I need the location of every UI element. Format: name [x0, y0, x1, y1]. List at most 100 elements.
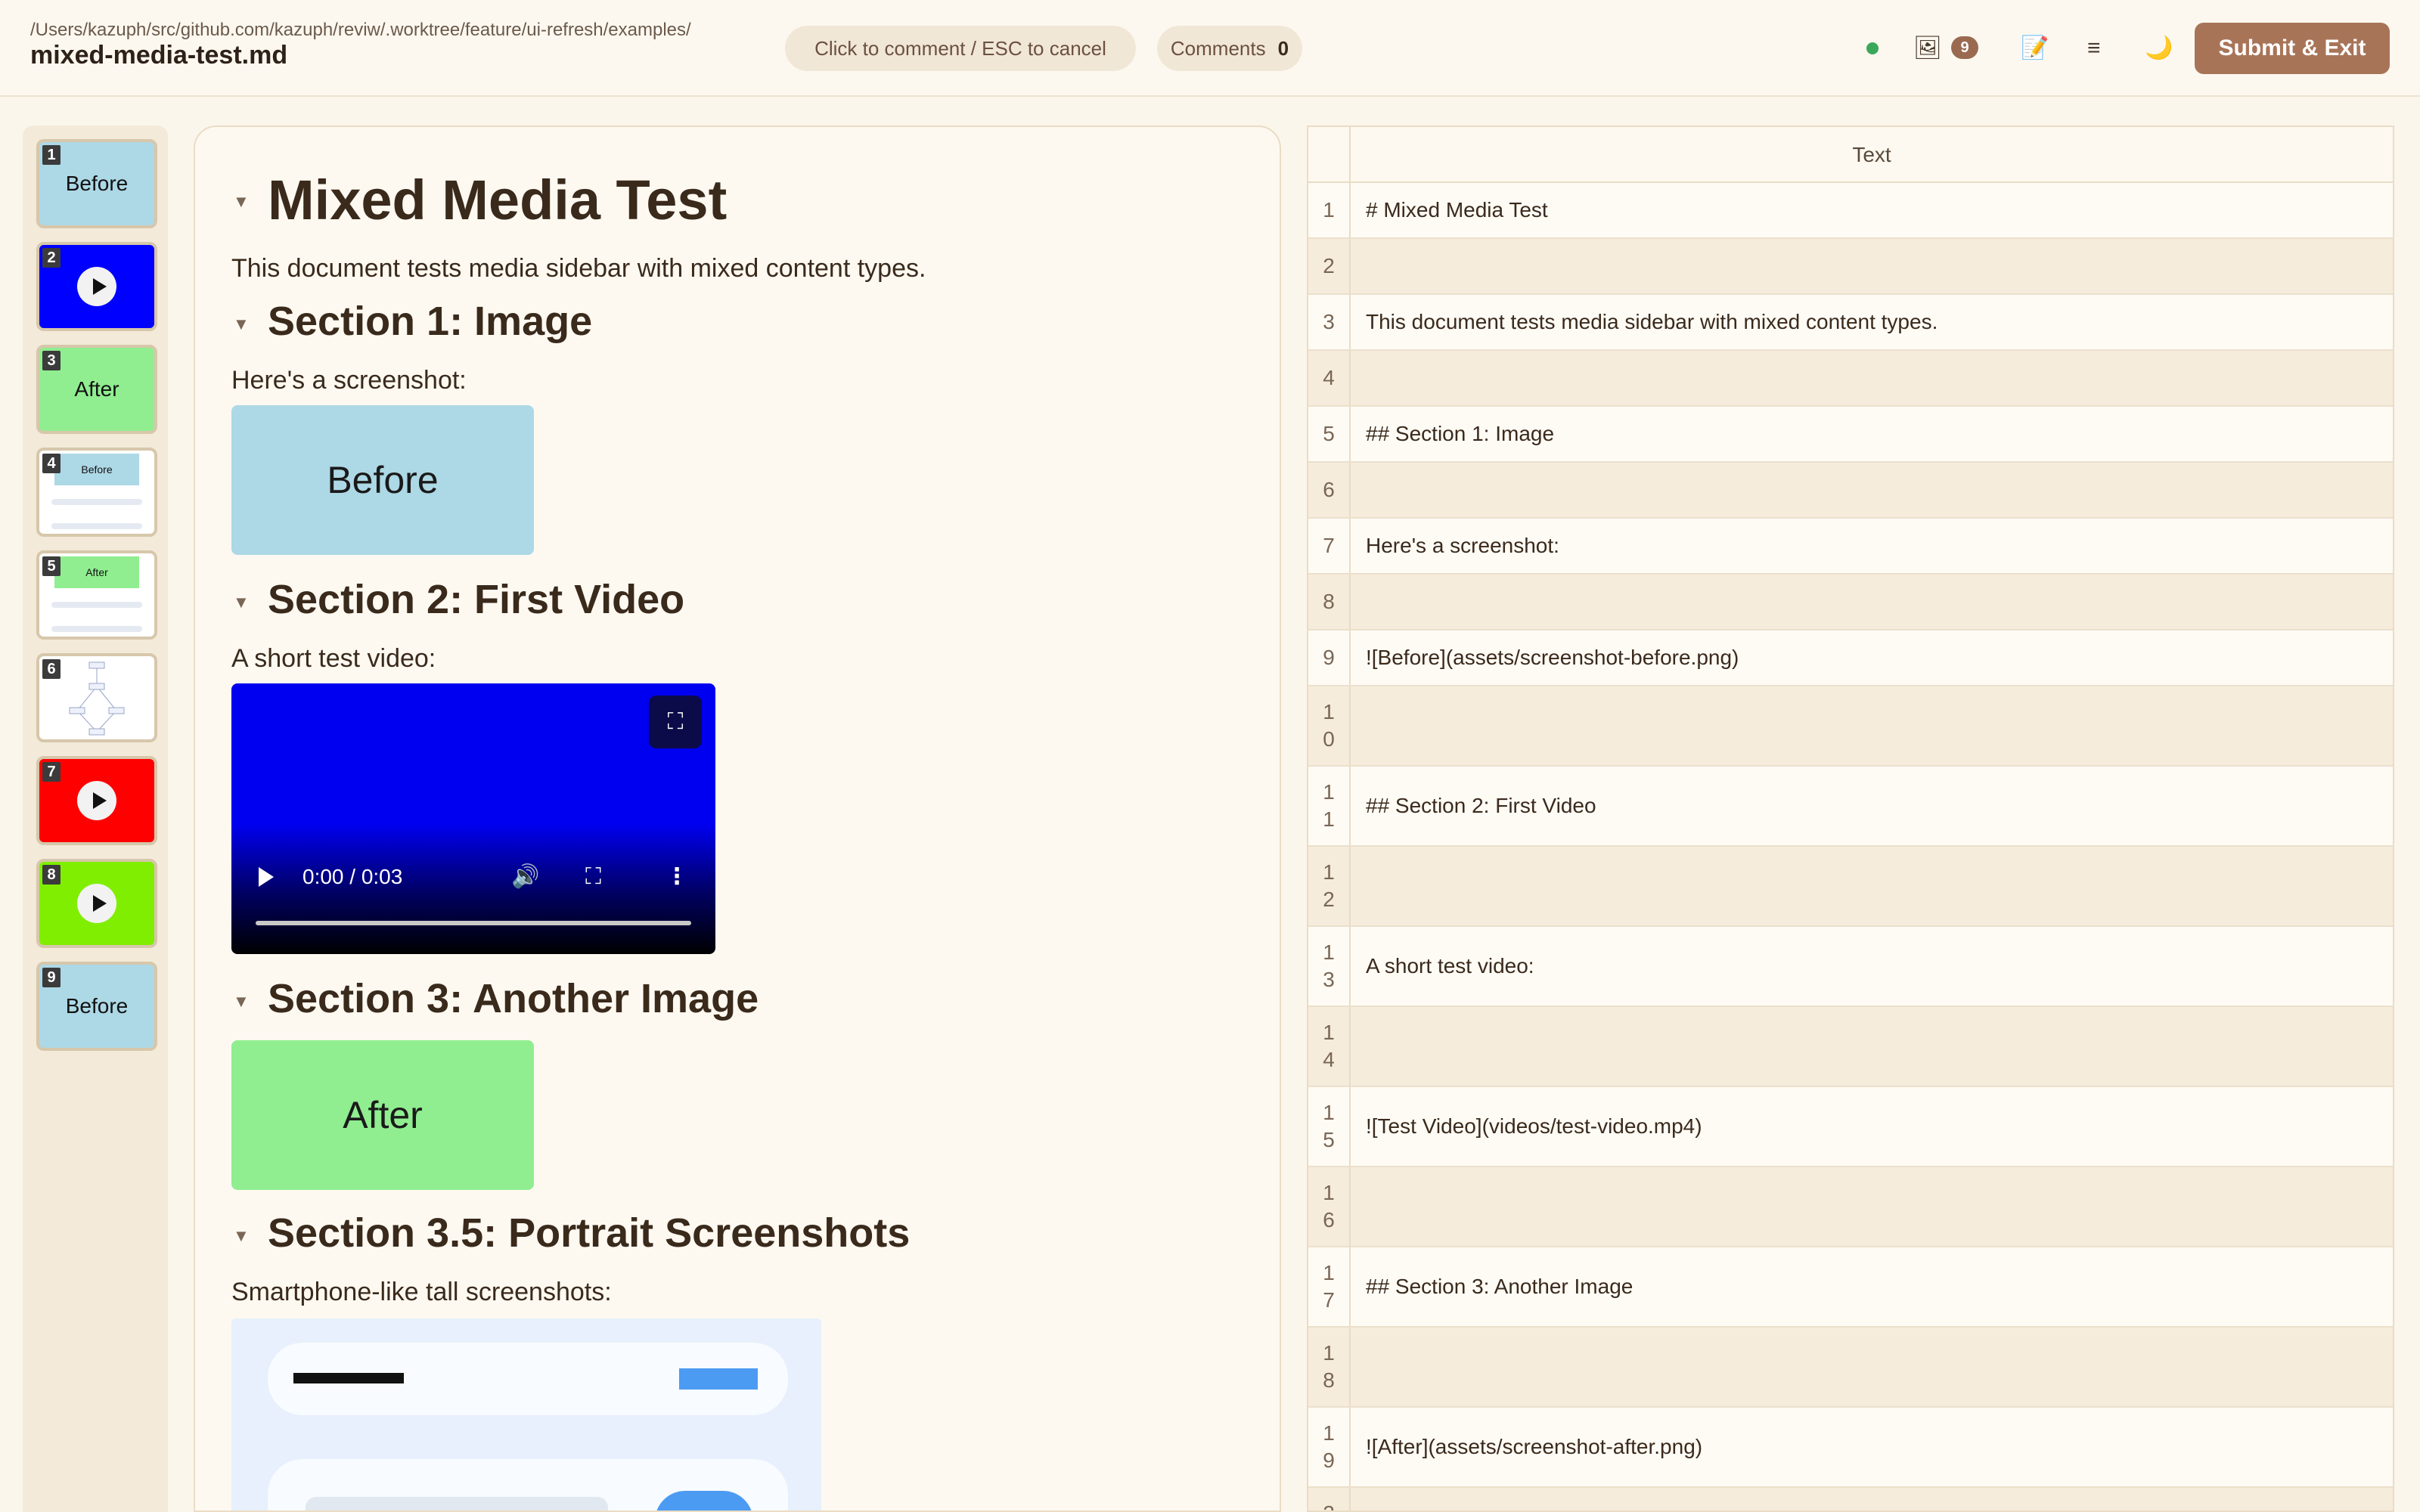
- line-text: ## Section 2: First Video: [1366, 794, 1596, 817]
- line-number: 5: [1308, 407, 1351, 461]
- collapse-section1-icon[interactable]: ▼: [233, 314, 250, 334]
- source-row[interactable]: 14: [1308, 1007, 2393, 1087]
- portrait-accent: [679, 1368, 758, 1390]
- line-text: ![After](assets/screenshot-after.png): [1366, 1435, 1703, 1458]
- play-icon: [77, 267, 116, 306]
- source-row[interactable]: 1 5 ![Test Video](videos/test-video.mp4): [1308, 1087, 2393, 1167]
- line-text: This document tests media sidebar with m…: [1366, 310, 1938, 333]
- thumbnail-label: After: [54, 556, 139, 588]
- thumbnail-number: 9: [42, 968, 60, 987]
- line-number: 9: [1308, 631, 1351, 685]
- collapse-section3-icon[interactable]: ▼: [233, 992, 250, 1012]
- thumbnail-number: 3: [42, 351, 60, 370]
- thumbnail-label: Before: [54, 454, 139, 485]
- line-text: Here's a screenshot:: [1366, 534, 1559, 557]
- video-progress-bar[interactable]: [256, 921, 691, 925]
- line-number: 20: [1308, 1488, 1351, 1510]
- section2-heading: Section 2: First Video: [268, 577, 685, 622]
- comments-label: Comments: [1170, 36, 1266, 60]
- source-row[interactable]: 8: [1308, 575, 2393, 631]
- source-row[interactable]: 1 7 ## Section 3: Another Image: [1308, 1247, 2393, 1328]
- mini-line: [51, 626, 142, 632]
- media-icon[interactable]: 🖼: [1913, 33, 1942, 64]
- play-icon: [77, 781, 116, 820]
- diagram-node: [108, 707, 125, 714]
- line-number: 11: [1308, 767, 1351, 845]
- line-number: 6: [1308, 463, 1351, 517]
- line-number: 17: [1308, 1247, 1351, 1326]
- thumbnail-number: 2: [42, 248, 60, 268]
- source-row[interactable]: 1 1 ## Section 2: First Video: [1308, 767, 2393, 847]
- media-thumbnail[interactable]: 8: [36, 859, 157, 948]
- media-thumbnail[interactable]: 4 Before: [36, 448, 157, 537]
- media-thumbnail[interactable]: 1 Before: [36, 139, 157, 228]
- more-options-icon[interactable]: ⋮: [666, 862, 688, 892]
- section2-text: A short test video:: [231, 644, 436, 673]
- media-thumbnail[interactable]: 5 After: [36, 550, 157, 640]
- line-number: 4: [1308, 351, 1351, 405]
- volume-icon[interactable]: 🔊: [511, 862, 539, 892]
- submit-exit-button[interactable]: Submit & Exit: [2195, 23, 2390, 74]
- source-row[interactable]: 12: [1308, 847, 2393, 927]
- source-row[interactable]: 16: [1308, 1167, 2393, 1247]
- line-text: ![Test Video](videos/test-video.mp4): [1366, 1114, 1702, 1138]
- play-icon[interactable]: [259, 867, 274, 887]
- line-number: 16: [1308, 1167, 1351, 1246]
- source-row[interactable]: 6: [1308, 463, 2393, 519]
- source-row[interactable]: 20: [1308, 1488, 2393, 1510]
- fullscreen-icon[interactable]: ⛶: [585, 862, 601, 892]
- comments-button[interactable]: Comments 0: [1157, 26, 1302, 71]
- source-row[interactable]: 9 ![Before](assets/screenshot-before.png): [1308, 631, 2393, 686]
- line-text: ![Before](assets/screenshot-before.png): [1366, 646, 1739, 669]
- moon-icon[interactable]: 🌙: [2145, 33, 2173, 64]
- collapse-section35-icon[interactable]: ▼: [233, 1226, 250, 1246]
- section3-heading: Section 3: Another Image: [268, 976, 759, 1021]
- media-sidebar: 1 Before 2 3 After 4 Before 5 After 6 7 8 9 Before: [23, 125, 168, 1512]
- source-row[interactable]: 4: [1308, 351, 2393, 407]
- thumbnail-number: 5: [42, 556, 60, 576]
- section1-text: Here's a screenshot:: [231, 366, 467, 395]
- comments-count: 0: [1277, 36, 1289, 60]
- after-image[interactable]: After: [231, 1040, 534, 1190]
- media-count-badge: 9: [1951, 36, 1978, 59]
- thumbnail-number: 7: [42, 762, 60, 782]
- source-row[interactable]: 7 Here's a screenshot:: [1308, 519, 2393, 575]
- source-row[interactable]: 3 This document tests media sidebar with …: [1308, 295, 2393, 351]
- after-image-label: After: [343, 1094, 423, 1136]
- edit-icon[interactable]: 📝: [2021, 33, 2049, 64]
- section1-heading: Section 1: Image: [268, 299, 593, 344]
- source-row[interactable]: 2: [1308, 239, 2393, 295]
- line-number: 10: [1308, 686, 1351, 765]
- section35-heading: Section 3.5: Portrait Screenshots: [268, 1210, 911, 1256]
- collapse-title-icon[interactable]: ▼: [233, 192, 250, 212]
- source-row[interactable]: 10: [1308, 686, 2393, 767]
- source-row[interactable]: 13 A short test video:: [1308, 927, 2393, 1007]
- media-thumbnail[interactable]: 7: [36, 756, 157, 845]
- source-row[interactable]: 18: [1308, 1328, 2393, 1408]
- media-thumbnail[interactable]: 3 After: [36, 345, 157, 434]
- play-icon: [77, 884, 116, 923]
- thumbnail-number: 4: [42, 454, 60, 473]
- thumbnail-number: 8: [42, 865, 60, 885]
- source-row[interactable]: 1 9 ![After](assets/screenshot-after.png): [1308, 1408, 2393, 1488]
- thumbnail-number: 1: [42, 145, 60, 165]
- source-row[interactable]: 5 ## Section 1: Image: [1308, 407, 2393, 463]
- video-player[interactable]: ⛶ 0:00 / 0:03 🔊 ⛶ ⋮: [231, 683, 715, 954]
- collapse-section2-icon[interactable]: ▼: [233, 593, 250, 612]
- line-text: A short test video:: [1366, 954, 1534, 978]
- file-name: mixed-media-test.md: [30, 41, 288, 70]
- markdown-preview[interactable]: ▼ Mixed Media Test This document tests m…: [194, 125, 1281, 1512]
- media-thumbnail[interactable]: 6: [36, 653, 157, 742]
- comment-mode-hint[interactable]: Click to comment / ESC to cancel: [785, 26, 1136, 71]
- before-image-label: Before: [327, 459, 439, 501]
- portrait-bar: [293, 1373, 404, 1383]
- diagram-node: [88, 662, 105, 669]
- source-row[interactable]: 1 # Mixed Media Test: [1308, 183, 2393, 239]
- portrait-screenshot[interactable]: [231, 1318, 821, 1510]
- menu-icon[interactable]: ≡: [2087, 33, 2101, 64]
- media-thumbnail[interactable]: 9 Before: [36, 962, 157, 1051]
- status-dot-icon: [1866, 42, 1879, 54]
- media-thumbnail[interactable]: 2: [36, 242, 157, 331]
- expand-icon[interactable]: ⛶: [649, 696, 702, 748]
- before-image[interactable]: Before: [231, 405, 534, 555]
